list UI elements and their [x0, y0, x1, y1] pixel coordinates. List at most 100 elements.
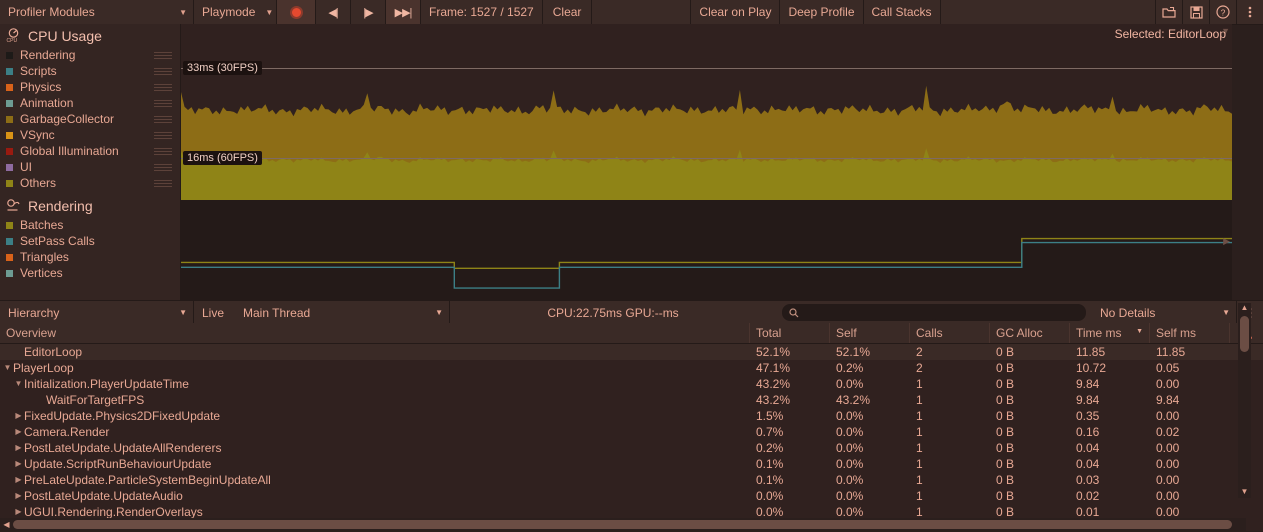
counter-ui[interactable]: UI: [0, 159, 180, 175]
drag-handle-icon[interactable]: [154, 83, 172, 91]
column-label: Self: [836, 326, 857, 340]
table-row[interactable]: ▼ PlayerLoop 47.1% 0.2% 2 0 B 10.72 0.05: [0, 360, 1263, 376]
table-row[interactable]: ▶ Update.ScriptRunBehaviourUpdate 0.1% 0.0%…: [0, 456, 1263, 472]
previous-frame-button[interactable]: ◀|: [316, 0, 351, 24]
row-name-cell[interactable]: ▶ PostLateUpdate.UpdateAudio: [0, 488, 750, 504]
expand-toggle-right-icon[interactable]: ▶: [13, 456, 24, 472]
scroll-left-icon[interactable]: ◀: [0, 520, 13, 529]
table-vertical-scrollbar[interactable]: ▲ ▼: [1238, 303, 1251, 498]
row-name-cell[interactable]: ▼ PlayerLoop: [0, 360, 750, 376]
counter-others[interactable]: Others: [0, 175, 180, 191]
column-header-time-ms[interactable]: Time ms ▼: [1070, 323, 1150, 343]
drag-handle-icon[interactable]: [154, 147, 172, 155]
expand-toggle-right-icon[interactable]: ▶: [13, 408, 24, 424]
profiler-options-menu-button[interactable]: [1236, 0, 1263, 24]
cpu-usage-area-plot: [181, 85, 1232, 200]
help-button[interactable]: ?: [1209, 0, 1236, 24]
row-name-cell[interactable]: EditorLoop: [0, 344, 750, 360]
row-name-cell[interactable]: ▶ PostLateUpdate.UpdateAllRenderers: [0, 440, 750, 456]
counter-physics[interactable]: Physics: [0, 79, 180, 95]
row-name-cell[interactable]: ▶ Update.ScriptRunBehaviourUpdate: [0, 456, 750, 472]
clear-button[interactable]: Clear: [542, 0, 593, 24]
scroll-down-icon[interactable]: ▼: [1241, 487, 1249, 498]
column-header-total[interactable]: Total: [750, 323, 830, 343]
module-rendering-header[interactable]: Rendering: [0, 194, 180, 217]
table-row[interactable]: ▶ PreLateUpdate.ParticleSystemBeginUpdate…: [0, 472, 1263, 488]
drag-handle-icon[interactable]: [154, 67, 172, 75]
save-profile-button[interactable]: [1182, 0, 1209, 24]
column-header-gc-alloc[interactable]: GC Alloc: [990, 323, 1070, 343]
counter-scripts[interactable]: Scripts: [0, 63, 180, 79]
row-name-cell[interactable]: ▼ Initialization.PlayerUpdateTime: [0, 376, 750, 392]
table-row[interactable]: ▶ FixedUpdate.Physics2DFixedUpdate 1.5% 0.0…: [0, 408, 1263, 424]
scrollbar-track[interactable]: [1238, 352, 1251, 487]
drag-handle-icon[interactable]: [154, 179, 172, 187]
live-toggle[interactable]: Live: [194, 301, 232, 324]
rendering-chart[interactable]: [181, 201, 1232, 300]
hierarchy-view-dropdown[interactable]: Hierarchy ▼: [0, 301, 194, 324]
row-self-ms-cell: 0.00: [1156, 409, 1180, 423]
profiler-modules-dropdown[interactable]: Profiler Modules ▼: [0, 0, 194, 24]
counter-label: Others: [20, 176, 57, 190]
expand-toggle-down-icon[interactable]: ▼: [13, 376, 24, 392]
counter-setpass-calls[interactable]: SetPass Calls: [0, 233, 180, 249]
counter-vsync[interactable]: VSync: [0, 127, 180, 143]
expand-toggle-right-icon[interactable]: ▶: [13, 440, 24, 456]
row-name-cell[interactable]: ▶ FixedUpdate.Physics2DFixedUpdate: [0, 408, 750, 424]
column-header-self-ms[interactable]: Self ms: [1150, 323, 1230, 343]
drag-handle-icon[interactable]: [154, 99, 172, 107]
expand-toggle-right-icon[interactable]: ▶: [13, 488, 24, 504]
counter-triangles[interactable]: Triangles: [0, 249, 180, 265]
module-cpu-usage-header[interactable]: CPU CPU Usage: [0, 24, 180, 47]
column-header-self[interactable]: Self: [830, 323, 910, 343]
drag-handle-icon[interactable]: [154, 131, 172, 139]
rendering-line-plot: [181, 237, 1232, 289]
table-horizontal-scrollbar[interactable]: ◀: [0, 518, 1246, 531]
row-name-cell[interactable]: WaitForTargetFPS: [0, 392, 750, 408]
scroll-up-icon[interactable]: ▲: [1241, 303, 1249, 314]
table-row[interactable]: WaitForTargetFPS 43.2% 43.2% 1 0 B 9.84 9.84: [0, 392, 1263, 408]
scrollbar-thumb[interactable]: [13, 520, 1232, 529]
playmode-dropdown[interactable]: Playmode ▼: [194, 0, 277, 24]
counter-vertices[interactable]: Vertices: [0, 265, 180, 281]
column-header-calls[interactable]: Calls: [910, 323, 990, 343]
drag-handle-icon[interactable]: [154, 163, 172, 171]
last-frame-button[interactable]: ▶▶|: [386, 0, 421, 24]
record-button[interactable]: [277, 0, 316, 24]
drag-handle-icon[interactable]: [154, 115, 172, 123]
details-view-dropdown[interactable]: No Details ▼: [1092, 301, 1237, 324]
deep-profile-button[interactable]: Deep Profile: [780, 0, 864, 24]
expand-charts-right-icon[interactable]: ▶: [1223, 236, 1230, 247]
counter-batches[interactable]: Batches: [0, 217, 180, 233]
row-time-ms-cell: 9.84: [1076, 377, 1100, 391]
drag-handle-icon[interactable]: [154, 51, 172, 59]
table-row[interactable]: ▶ Camera.Render 0.7% 0.0% 1 0 B 0.16 0.02: [0, 424, 1263, 440]
counter-global-illumination[interactable]: Global Illumination: [0, 143, 180, 159]
search-box[interactable]: [782, 304, 1086, 321]
call-stacks-button[interactable]: Call Stacks: [863, 0, 941, 24]
row-name-cell[interactable]: ▶ PreLateUpdate.ParticleSystemBeginUpdate…: [0, 472, 750, 488]
counter-animation[interactable]: Animation: [0, 95, 180, 111]
column-header-overview[interactable]: Overview: [0, 323, 750, 343]
cpu-usage-chart[interactable]: Selected: EditorLoop 33ms (30FPS) 16ms (…: [181, 24, 1232, 201]
table-row[interactable]: ▶ PostLateUpdate.UpdateAllRenderers 0.2% 0.…: [0, 440, 1263, 456]
counter-garbagecollector[interactable]: GarbageCollector: [0, 111, 180, 127]
scrollbar-thumb[interactable]: [1240, 316, 1249, 352]
expand-toggle-right-icon[interactable]: ▶: [13, 424, 24, 440]
table-body[interactable]: EditorLoop 52.1% 52.1% 2 0 B 11.85 11.85 ▼ Playe…: [0, 344, 1263, 532]
module-rendering[interactable]: Rendering Batches SetPass Calls Triangle…: [0, 194, 180, 281]
table-row[interactable]: ▼ Initialization.PlayerUpdateTime 43.2% 0.0…: [0, 376, 1263, 392]
thread-selector-dropdown[interactable]: Main Thread ▼: [235, 301, 451, 324]
counter-rendering[interactable]: Rendering: [0, 47, 180, 63]
module-cpu-usage[interactable]: CPU CPU Usage Rendering Scripts Physics: [0, 24, 180, 191]
table-row[interactable]: EditorLoop 52.1% 52.1% 2 0 B 11.85 11.85: [0, 344, 1263, 360]
row-self-ms-cell: 0.00: [1156, 377, 1180, 391]
next-frame-button[interactable]: |▶: [351, 0, 386, 24]
load-profile-button[interactable]: [1155, 0, 1182, 24]
search-input[interactable]: [803, 305, 1079, 320]
clear-on-play-button[interactable]: Clear on Play: [691, 0, 781, 24]
row-name-cell[interactable]: ▶ Camera.Render: [0, 424, 750, 440]
expand-toggle-down-icon[interactable]: ▼: [2, 360, 13, 376]
expand-toggle-right-icon[interactable]: ▶: [13, 472, 24, 488]
table-row[interactable]: ▶ PostLateUpdate.UpdateAudio 0.0% 0.0% 1 0 B 0…: [0, 488, 1263, 504]
